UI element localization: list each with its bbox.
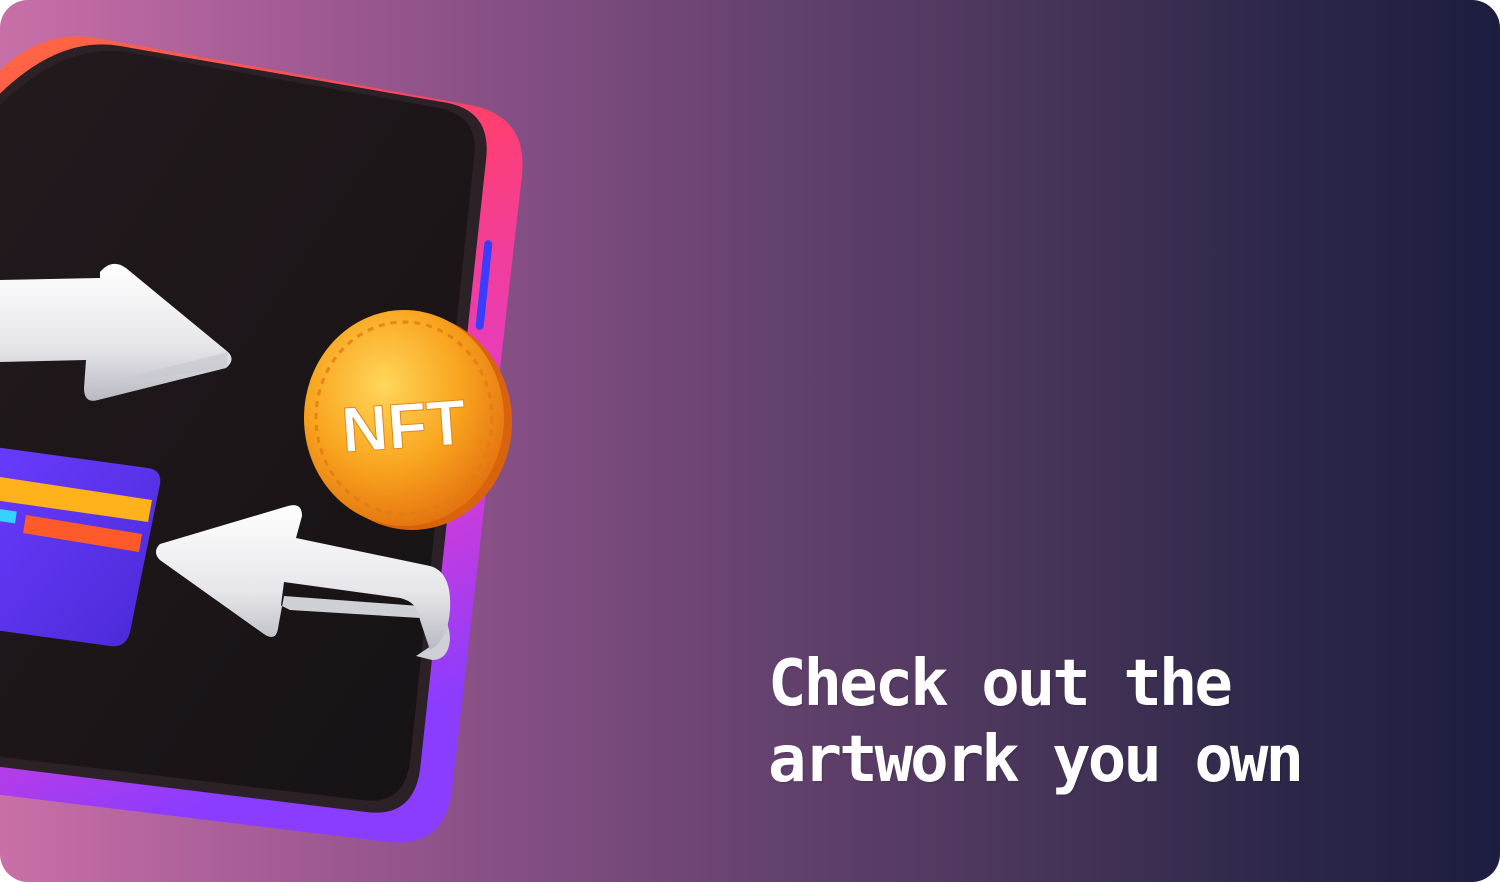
nft-banner: NFT Check out the artwork you own: [0, 0, 1500, 882]
coin-label: NFT: [339, 386, 468, 467]
headline: Check out the artwork you own: [768, 646, 1408, 798]
headline-line-1: Check out the: [768, 647, 1233, 721]
headline-line-2: artwork you own: [768, 723, 1304, 797]
nft-exchange-illustration: NFT: [0, 36, 523, 843]
